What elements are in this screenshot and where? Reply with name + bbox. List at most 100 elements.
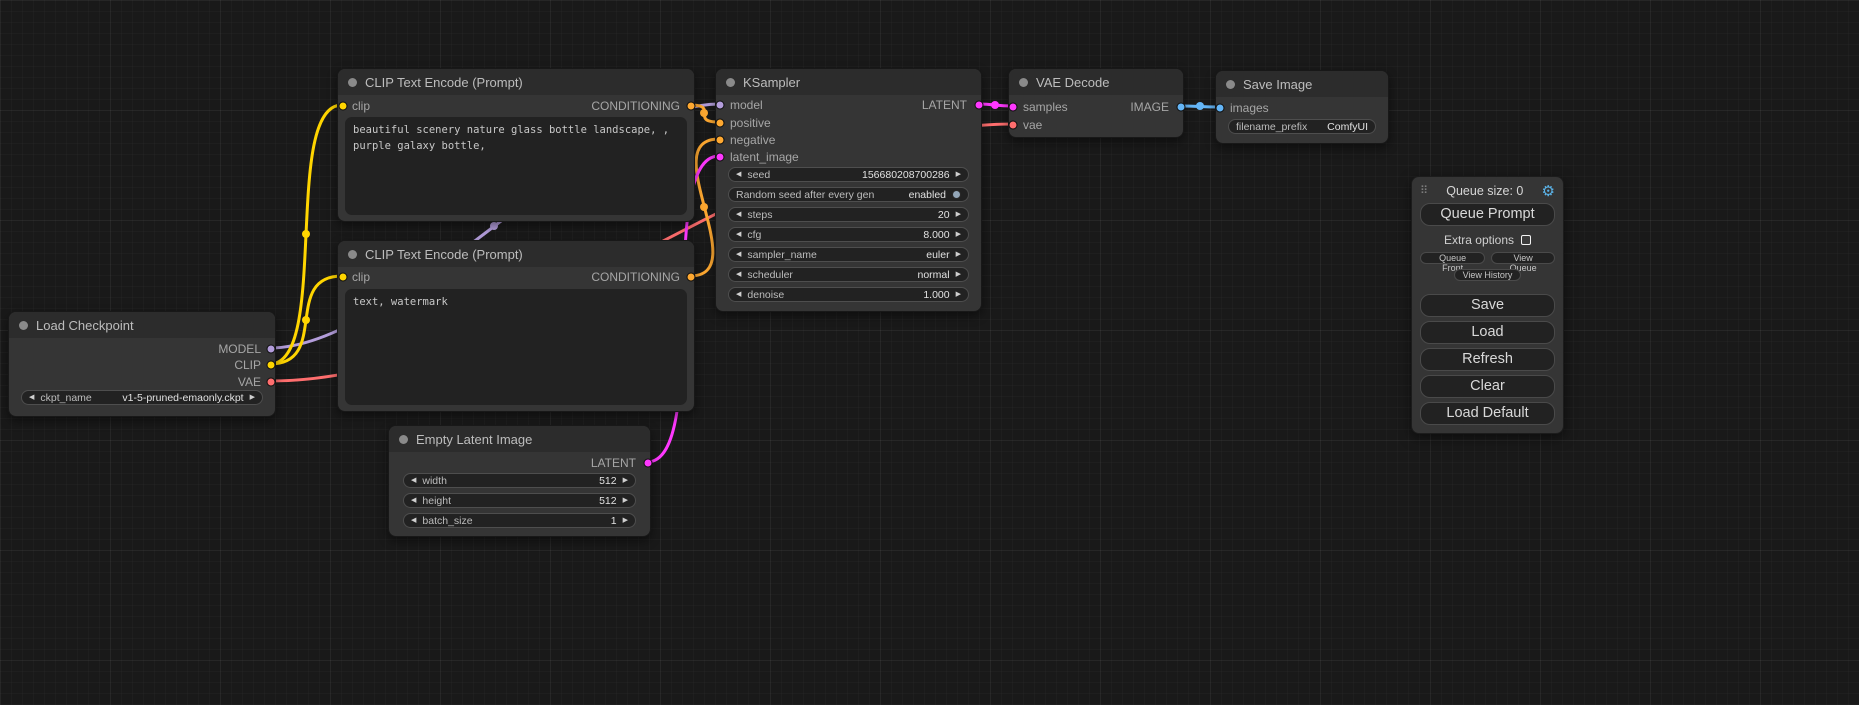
queue-front-button[interactable]: Queue Front [1420, 252, 1485, 264]
input-port-clip[interactable] [339, 273, 348, 282]
wire-midpoint-dot[interactable] [302, 316, 310, 324]
node-title-bar[interactable]: CLIP Text Encode (Prompt) [338, 69, 694, 95]
collapse-dot-icon[interactable] [348, 78, 357, 87]
save-button[interactable]: Save [1420, 294, 1555, 317]
output-port-latent[interactable] [975, 101, 984, 110]
widget-steps[interactable]: ◀ steps 20 ▶ [728, 207, 969, 222]
decrement-icon[interactable]: ◀ [736, 291, 741, 298]
widget-denoise[interactable]: ◀ denoise 1.000 ▶ [728, 287, 969, 302]
decrement-icon[interactable]: ◀ [736, 271, 741, 278]
widget-label: ckpt_name [40, 392, 91, 404]
widget-scheduler[interactable]: ◀ scheduler normal ▶ [728, 267, 969, 282]
node-title-bar[interactable]: Empty Latent Image [389, 426, 650, 452]
decrement-icon[interactable]: ◀ [411, 517, 416, 524]
wire-image [1180, 106, 1219, 107]
decrement-icon[interactable]: ◀ [29, 394, 34, 401]
view-queue-button[interactable]: View Queue [1491, 252, 1555, 264]
increment-icon[interactable]: ▶ [956, 271, 961, 278]
node-empty-latent-image[interactable]: Empty Latent Image LATENT ◀ width 512 ▶ … [388, 425, 651, 537]
increment-icon[interactable]: ▶ [956, 251, 961, 258]
increment-icon[interactable]: ▶ [956, 211, 961, 218]
wire-midpoint-dot[interactable] [302, 230, 310, 238]
increment-icon[interactable]: ▶ [956, 171, 961, 178]
wire-midpoint-dot[interactable] [1196, 102, 1204, 110]
node-title-bar[interactable]: Load Checkpoint [9, 312, 275, 338]
view-history-button[interactable]: View History [1454, 269, 1522, 281]
load-default-button[interactable]: Load Default [1420, 402, 1555, 425]
node-vae-decode[interactable]: VAE Decode samples vae IMAGE [1008, 68, 1184, 138]
output-port-latent[interactable] [644, 459, 653, 468]
widget-cfg[interactable]: ◀ cfg 8.000 ▶ [728, 227, 969, 242]
collapse-dot-icon[interactable] [1019, 78, 1028, 87]
node-ksampler[interactable]: KSampler model positive negative latent_… [715, 68, 982, 312]
increment-icon[interactable]: ▶ [250, 394, 255, 401]
decrement-icon[interactable]: ◀ [411, 497, 416, 504]
widget-label: scheduler [747, 269, 793, 281]
input-port-images[interactable] [1216, 104, 1225, 113]
increment-icon[interactable]: ▶ [623, 477, 628, 484]
drag-handle-icon[interactable]: ⠿ [1420, 186, 1428, 197]
node-save-image[interactable]: Save Image images filename_prefix ComfyU… [1215, 70, 1389, 144]
graph-canvas[interactable]: { "colors": { "model": "#B39DDB", "clip"… [0, 0, 1859, 705]
queue-prompt-button[interactable]: Queue Prompt [1420, 203, 1555, 226]
collapse-dot-icon[interactable] [399, 435, 408, 444]
output-port-clip[interactable] [267, 361, 276, 370]
decrement-icon[interactable]: ◀ [736, 211, 741, 218]
decrement-icon[interactable]: ◀ [411, 477, 416, 484]
input-port-latent-image[interactable] [716, 153, 725, 162]
node-title-bar[interactable]: KSampler [716, 69, 981, 95]
widget-filename-prefix[interactable]: filename_prefix ComfyUI [1228, 119, 1376, 134]
collapse-dot-icon[interactable] [726, 78, 735, 87]
widget-sampler-name[interactable]: ◀ sampler_name euler ▶ [728, 247, 969, 262]
wire-midpoint-dot[interactable] [490, 222, 498, 230]
input-port-samples[interactable] [1009, 103, 1018, 112]
widget-label: sampler_name [747, 249, 816, 261]
decrement-icon[interactable]: ◀ [736, 171, 741, 178]
wire-midpoint-dot[interactable] [700, 203, 708, 211]
collapse-dot-icon[interactable] [19, 321, 28, 330]
node-clip-text-encode-positive[interactable]: CLIP Text Encode (Prompt) clip CONDITION… [337, 68, 695, 222]
wire-midpoint-dot[interactable] [991, 101, 999, 109]
input-port-clip[interactable] [339, 102, 348, 111]
output-port-conditioning[interactable] [687, 102, 696, 111]
clear-button[interactable]: Clear [1420, 375, 1555, 398]
prompt-textarea[interactable]: beautiful scenery nature glass bottle la… [345, 117, 687, 215]
increment-icon[interactable]: ▶ [623, 517, 628, 524]
prompt-textarea[interactable]: text, watermark [345, 289, 687, 405]
increment-icon[interactable]: ▶ [956, 291, 961, 298]
extra-options-checkbox[interactable] [1521, 235, 1531, 245]
output-port-model[interactable] [267, 345, 276, 354]
widget-width[interactable]: ◀ width 512 ▶ [403, 473, 636, 488]
collapse-dot-icon[interactable] [348, 250, 357, 259]
settings-gear-icon[interactable]: ⚙ [1542, 184, 1555, 199]
widget-random-seed-toggle[interactable]: Random seed after every gen enabled [728, 187, 969, 202]
increment-icon[interactable]: ▶ [623, 497, 628, 504]
node-title-bar[interactable]: VAE Decode [1009, 69, 1183, 95]
input-port-vae[interactable] [1009, 121, 1018, 130]
widget-ckpt-name[interactable]: ◀ ckpt_name v1-5-pruned-emaonly.ckpt ▶ [21, 390, 263, 405]
widget-height[interactable]: ◀ height 512 ▶ [403, 493, 636, 508]
node-load-checkpoint[interactable]: Load Checkpoint MODEL CLIP VAE ◀ ckpt_na… [8, 311, 276, 417]
input-port-positive[interactable] [716, 119, 725, 128]
widget-seed[interactable]: ◀ seed 156680208700286 ▶ [728, 167, 969, 182]
decrement-icon[interactable]: ◀ [736, 251, 741, 258]
wire-midpoint-dot[interactable] [700, 109, 708, 117]
decrement-icon[interactable]: ◀ [736, 231, 741, 238]
widget-batch-size[interactable]: ◀ batch_size 1 ▶ [403, 513, 636, 528]
increment-icon[interactable]: ▶ [956, 231, 961, 238]
input-port-model[interactable] [716, 101, 725, 110]
refresh-button[interactable]: Refresh [1420, 348, 1555, 371]
input-label-clip: clip [352, 270, 370, 284]
widget-label: seed [747, 169, 770, 181]
node-title-bar[interactable]: Save Image [1216, 71, 1388, 97]
input-port-negative[interactable] [716, 136, 725, 145]
output-port-vae[interactable] [267, 378, 276, 387]
load-button[interactable]: Load [1420, 321, 1555, 344]
node-title-bar[interactable]: CLIP Text Encode (Prompt) [338, 241, 694, 267]
output-port-image[interactable] [1177, 103, 1186, 112]
node-clip-text-encode-negative[interactable]: CLIP Text Encode (Prompt) clip CONDITION… [337, 240, 695, 412]
widget-label: Random seed after every gen [736, 189, 874, 201]
toggle-dot-icon[interactable] [952, 190, 961, 199]
collapse-dot-icon[interactable] [1226, 80, 1235, 89]
output-port-conditioning[interactable] [687, 273, 696, 282]
